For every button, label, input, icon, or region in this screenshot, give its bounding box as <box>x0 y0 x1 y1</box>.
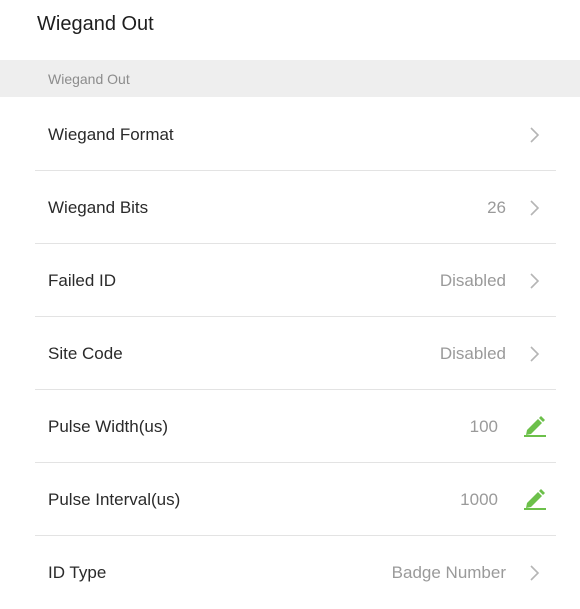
row-pulse-interval[interactable]: Pulse Interval(us) 1000 <box>0 463 580 536</box>
row-label: Wiegand Bits <box>48 198 149 217</box>
row-wiegand-format[interactable]: Wiegand Format <box>0 98 580 171</box>
chevron-right-icon[interactable] <box>526 564 542 582</box>
row-label: Site Code <box>48 344 123 363</box>
page-header: Wiegand Out <box>0 0 580 60</box>
row-value: 1000 <box>460 490 498 509</box>
pencil-edit-icon[interactable] <box>523 415 547 437</box>
chevron-right-icon[interactable] <box>526 345 542 363</box>
row-label: Wiegand Format <box>48 125 174 144</box>
row-value: 100 <box>469 417 498 436</box>
section-header: Wiegand Out <box>0 60 580 97</box>
row-wiegand-bits[interactable]: Wiegand Bits 26 <box>0 171 580 244</box>
row-value: Badge Number <box>391 563 506 582</box>
chevron-right-icon[interactable] <box>526 272 542 290</box>
row-site-code[interactable]: Site Code Disabled <box>0 317 580 390</box>
row-label: Pulse Width(us) <box>48 417 168 436</box>
page-title: Wiegand Out <box>37 13 154 35</box>
row-label: Failed ID <box>48 271 117 290</box>
row-value: Disabled <box>439 344 506 363</box>
chevron-right-icon[interactable] <box>526 126 542 144</box>
row-pulse-width[interactable]: Pulse Width(us) 100 <box>0 390 580 463</box>
row-failed-id[interactable]: Failed ID Disabled <box>0 244 580 317</box>
pencil-edit-icon[interactable] <box>523 488 547 510</box>
chevron-right-icon[interactable] <box>526 199 542 217</box>
row-label: ID Type <box>48 563 107 582</box>
row-label: Pulse Interval(us) <box>48 490 181 509</box>
settings-list: Wiegand Format Wiegand Bits 26 Failed ID… <box>0 98 580 609</box>
row-id-type[interactable]: ID Type Badge Number <box>0 536 580 609</box>
row-value: 26 <box>487 198 506 217</box>
row-value: Disabled <box>439 271 506 290</box>
section-label: Wiegand Out <box>48 71 130 87</box>
